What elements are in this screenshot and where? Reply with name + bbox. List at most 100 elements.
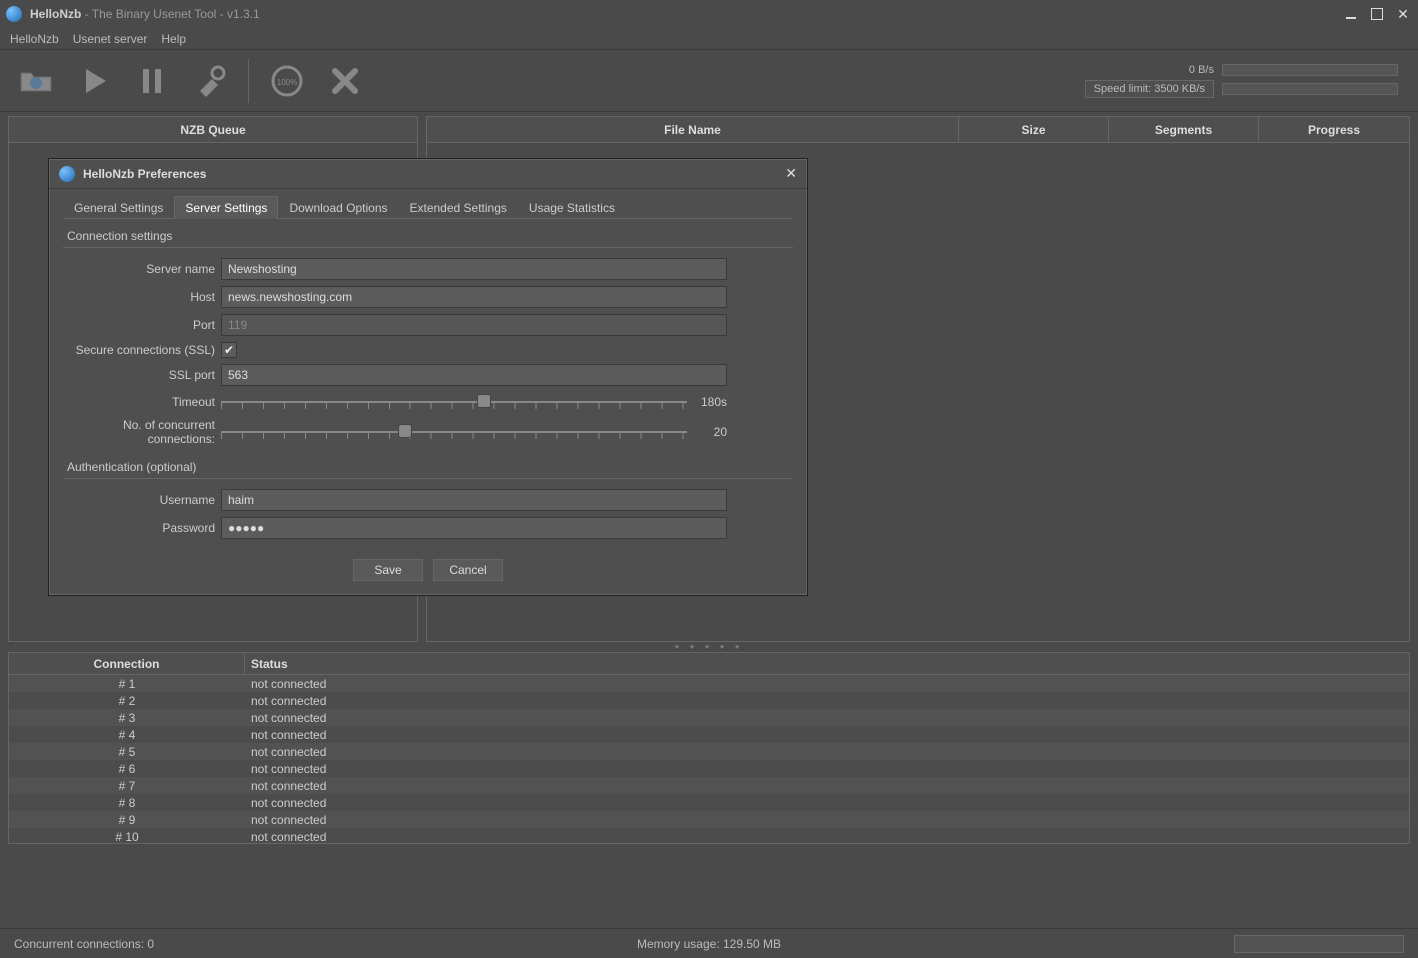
connection-row[interactable]: # 1not connected — [9, 675, 1409, 692]
tab-extended-settings[interactable]: Extended Settings — [399, 196, 518, 219]
label-ssl-port: SSL port — [63, 368, 221, 382]
connection-row[interactable]: # 7not connected — [9, 777, 1409, 794]
connection-number: # 1 — [9, 677, 245, 691]
play-button[interactable] — [72, 59, 116, 103]
server-name-input[interactable] — [221, 258, 727, 280]
speed-bar-bottom — [1222, 83, 1398, 95]
menu-usenet-server[interactable]: Usenet server — [73, 32, 148, 46]
connection-status: not connected — [245, 677, 1409, 691]
speed-bar-top — [1222, 64, 1398, 76]
tab-server-settings[interactable]: Server Settings — [174, 196, 278, 219]
dialog-title: HelloNzb Preferences — [83, 167, 206, 181]
save-button[interactable]: Save — [353, 559, 423, 581]
connection-row[interactable]: # 8not connected — [9, 794, 1409, 811]
open-folder-button[interactable] — [14, 59, 58, 103]
cancel-dialog-button[interactable]: Cancel — [433, 559, 503, 581]
title-tag: The Binary Usenet Tool — [92, 7, 217, 21]
connection-number: # 2 — [9, 694, 245, 708]
connection-settings-legend: Connection settings — [63, 229, 176, 243]
pause-button[interactable] — [130, 59, 174, 103]
splitter-handle[interactable]: ● ● ● ● ● — [0, 642, 1418, 652]
label-server-name: Server name — [63, 262, 221, 276]
label-ssl: Secure connections (SSL) — [63, 343, 221, 357]
connections-body[interactable]: # 1not connected# 2not connected# 3not c… — [9, 675, 1409, 843]
connection-row[interactable]: # 2not connected — [9, 692, 1409, 709]
dialog-icon — [59, 166, 75, 182]
connection-status: not connected — [245, 711, 1409, 725]
connections-header: Connection Status — [9, 653, 1409, 675]
col-size[interactable]: Size — [959, 117, 1109, 142]
connection-row[interactable]: # 3not connected — [9, 709, 1409, 726]
ssl-checkbox[interactable]: ✔ — [221, 342, 237, 358]
status-connections: Concurrent connections: 0 — [14, 937, 154, 951]
host-input[interactable] — [221, 286, 727, 308]
connection-row[interactable]: # 4not connected — [9, 726, 1409, 743]
tab-download-options[interactable]: Download Options — [278, 196, 398, 219]
title-bar: HelloNzb - The Binary Usenet Tool - v1.3… — [0, 0, 1418, 28]
connection-status: not connected — [245, 762, 1409, 776]
label-timeout: Timeout — [63, 395, 221, 409]
status-memory: Memory usage: 129.50 MB — [637, 937, 781, 951]
dialog-close-button[interactable]: ✕ — [785, 165, 797, 182]
connection-number: # 8 — [9, 796, 245, 810]
col-status[interactable]: Status — [245, 653, 1409, 674]
connection-number: # 10 — [9, 830, 245, 844]
connection-number: # 3 — [9, 711, 245, 725]
dialog-buttons: Save Cancel — [63, 559, 793, 581]
connection-status: not connected — [245, 745, 1409, 759]
tab-general-settings[interactable]: General Settings — [63, 196, 174, 219]
toolbar-status: 0 B/s Speed limit: 3500 KB/s — [1064, 64, 1404, 98]
connection-row[interactable]: # 10not connected — [9, 828, 1409, 843]
connection-number: # 5 — [9, 745, 245, 759]
connection-row[interactable]: # 6not connected — [9, 760, 1409, 777]
ssl-port-input[interactable] — [221, 364, 727, 386]
connections-slider[interactable] — [221, 422, 687, 442]
speed-limit-button[interactable]: Speed limit: 3500 KB/s — [1085, 80, 1214, 98]
tab-usage-statistics[interactable]: Usage Statistics — [518, 196, 626, 219]
connections-panel: Connection Status # 1not connected# 2not… — [8, 652, 1410, 844]
connection-status: not connected — [245, 813, 1409, 827]
title-version: v1.3.1 — [227, 7, 260, 21]
title-app: HelloNzb — [30, 7, 81, 21]
col-progress[interactable]: Progress — [1259, 117, 1409, 142]
menu-help[interactable]: Help — [161, 32, 186, 46]
label-username: Username — [63, 493, 221, 507]
window-title: HelloNzb - The Binary Usenet Tool - v1.3… — [30, 7, 260, 21]
col-segments[interactable]: Segments — [1109, 117, 1259, 142]
preferences-dialog: HelloNzb Preferences ✕ General Settings … — [48, 158, 808, 596]
maximize-button[interactable] — [1368, 6, 1386, 22]
password-input[interactable] — [221, 517, 727, 539]
speed-gauge-button[interactable]: 100% — [265, 59, 309, 103]
queue-header: NZB Queue — [9, 117, 417, 143]
auth-legend: Authentication (optional) — [63, 460, 200, 474]
title-sep2: - — [216, 7, 227, 21]
dialog-titlebar[interactable]: HelloNzb Preferences ✕ — [49, 159, 807, 189]
settings-button[interactable] — [188, 59, 232, 103]
col-connection[interactable]: Connection — [9, 653, 245, 674]
connection-status: not connected — [245, 694, 1409, 708]
connection-number: # 9 — [9, 813, 245, 827]
menu-bar: HelloNzb Usenet server Help — [0, 28, 1418, 50]
window-close-button[interactable]: ✕ — [1394, 6, 1412, 22]
username-input[interactable] — [221, 489, 727, 511]
cancel-button[interactable] — [323, 59, 367, 103]
connection-number: # 6 — [9, 762, 245, 776]
label-port: Port — [63, 318, 221, 332]
window-controls: ✕ — [1342, 6, 1412, 22]
connection-row[interactable]: # 9not connected — [9, 811, 1409, 828]
svg-text:100%: 100% — [277, 78, 297, 87]
connection-number: # 4 — [9, 728, 245, 742]
label-password: Password — [63, 521, 221, 535]
status-progress-box — [1234, 935, 1404, 953]
title-sep1: - — [81, 7, 91, 21]
toolbar-separator — [248, 59, 249, 103]
status-bar: Concurrent connections: 0 Memory usage: … — [0, 928, 1418, 958]
menu-hellonzb[interactable]: HelloNzb — [10, 32, 59, 46]
tab-strip: General Settings Server Settings Downloa… — [63, 195, 793, 219]
connection-row[interactable]: # 5not connected — [9, 743, 1409, 760]
minimize-button[interactable] — [1342, 6, 1360, 22]
col-filename[interactable]: File Name — [427, 117, 959, 142]
port-input[interactable] — [221, 314, 727, 336]
connections-value: 20 — [697, 425, 727, 439]
timeout-slider[interactable] — [221, 392, 687, 412]
